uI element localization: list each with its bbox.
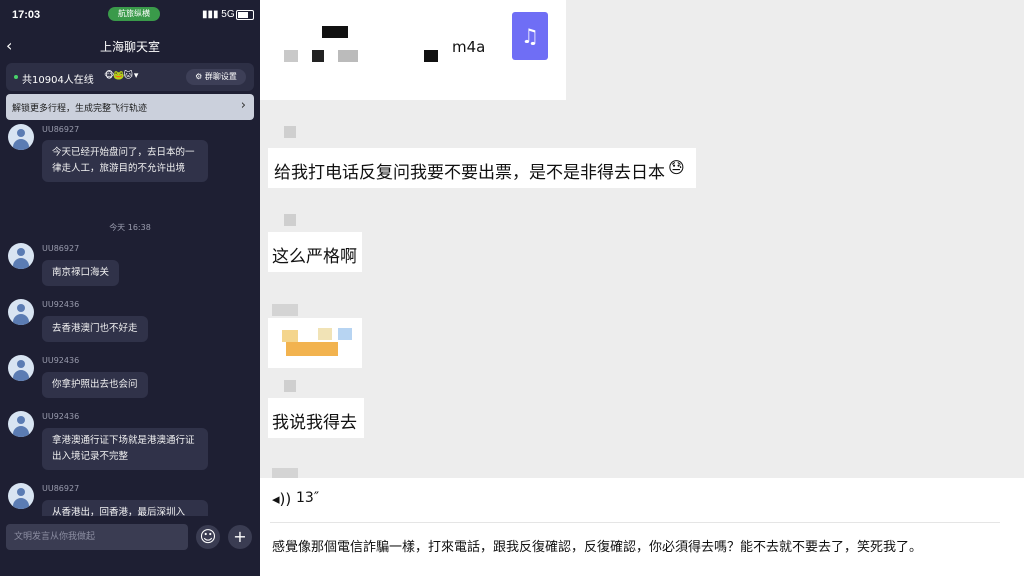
online-dot-icon xyxy=(14,75,18,79)
sweat-emoji-icon: 😓 xyxy=(668,158,685,177)
avatar[interactable] xyxy=(8,243,34,269)
message-username: UU92436 xyxy=(42,356,80,365)
online-bar: 共10904人在线 🐵🐸🐱 ▾ ⚙ 群聊设置 xyxy=(6,63,254,91)
message-bubble: 去香港澳门也不好走 xyxy=(42,316,148,342)
battery-icon xyxy=(236,10,254,20)
avatar[interactable] xyxy=(8,411,34,437)
pixelated-emoji-icon xyxy=(318,328,332,340)
signal-indicator: ▮▮▮ 5G xyxy=(202,9,235,20)
pixelated-emoji-icon xyxy=(286,342,338,356)
screenshot-collage: m4a ♫ 给我打电话反复问我要不要出票，是不是非得去日本 😓 这么严格啊 我说… xyxy=(260,0,1024,576)
redacted-block xyxy=(322,26,348,38)
redacted-block xyxy=(312,50,324,62)
unlock-banner[interactable]: 解锁更多行程，生成完整飞行轨迹 › xyxy=(6,94,254,120)
message-card: 给我打电话反复问我要不要出票，是不是非得去日本 😓 xyxy=(268,148,696,188)
message-input[interactable]: 文明发言从你我做起 xyxy=(6,524,188,550)
avatar[interactable] xyxy=(8,483,34,509)
message-bubble: 你拿护照出去也会问 xyxy=(42,372,148,398)
group-settings-label: 群聊设置 xyxy=(204,72,237,81)
file-message-card[interactable]: m4a ♫ xyxy=(260,0,566,100)
voice-wave-icon[interactable]: ◂)) xyxy=(272,490,291,508)
voice-duration: 13″ xyxy=(296,490,320,506)
avatar[interactable] xyxy=(8,355,34,381)
message-username: UU86927 xyxy=(42,484,80,493)
redacted-block xyxy=(284,50,298,62)
message-username: UU92436 xyxy=(42,412,80,421)
chat-title: 上海聊天室 xyxy=(99,40,160,54)
redacted-name xyxy=(284,214,296,226)
message-bubble: 拿港澳通行证下场就是港澳通行证出入境记录不完整 xyxy=(42,428,208,470)
message-username: UU92436 xyxy=(42,300,80,309)
redacted-name xyxy=(284,380,296,392)
redacted-name xyxy=(284,126,296,138)
voice-transcript: 感覺像那個電信詐騙一樣，打來電話，跟我反復確認，反復確認，你必須得去嗎？能不去就… xyxy=(272,540,923,555)
chat-timestamp: 今天 16:38 xyxy=(109,223,151,232)
audio-file-icon: ♫ xyxy=(512,12,548,60)
group-settings-button[interactable]: ⚙ 群聊设置 xyxy=(186,69,246,85)
app-pill: 航旅纵横 xyxy=(108,7,160,21)
message-bubble: 南京禄口海关 xyxy=(42,260,120,286)
avatar[interactable] xyxy=(8,124,34,150)
file-suffix: m4a xyxy=(452,38,486,56)
network-label: 5G xyxy=(221,9,235,20)
message-card: 我说我得去 xyxy=(268,398,364,438)
message-text: 我说我得去 xyxy=(272,413,357,433)
message-card: 这么严格啊 xyxy=(268,232,362,272)
online-count: 共10904人在线 xyxy=(22,75,94,86)
banner-text: 解锁更多行程，生成完整飞行轨迹 xyxy=(12,104,148,114)
emoji-message-card xyxy=(268,318,362,368)
message-username: UU86927 xyxy=(42,125,80,134)
nav-bar: ‹ 上海聊天室 xyxy=(0,34,260,60)
divider xyxy=(270,522,1000,523)
status-bar: 17:03 航旅纵横 ▮▮▮ 5G xyxy=(0,0,260,32)
message-username: UU86927 xyxy=(42,244,80,253)
pixelated-emoji-icon xyxy=(282,330,298,342)
message-bubble: 今天已经开始盘问了，去日本的一律走人工，旅游目的不允许出境 xyxy=(42,140,208,182)
message-text: 给我打电话反复问我要不要出票，是不是非得去日本 xyxy=(274,163,665,183)
online-avatars-icon[interactable]: 🐵🐸🐱 ▾ xyxy=(104,71,138,81)
emoji-smile-icon[interactable]: ☺ xyxy=(196,525,220,549)
plus-icon[interactable]: + xyxy=(228,525,252,549)
chat-app-panel: 17:03 航旅纵横 ▮▮▮ 5G ‹ 上海聊天室 共10904人在线 🐵🐸🐱 … xyxy=(0,0,260,576)
avatar[interactable] xyxy=(8,299,34,325)
input-bar: 文明发言从你我做起 ☺ + xyxy=(0,516,260,576)
redacted-block xyxy=(424,50,438,62)
voice-message-card[interactable]: ◂)) 13″ 感覺像那個電信詐騙一樣，打來電話，跟我反復確認，反復確認，你必須… xyxy=(260,478,1024,576)
pixelated-emoji-icon xyxy=(338,328,352,340)
redacted-block xyxy=(338,50,358,62)
status-time: 17:03 xyxy=(12,9,41,21)
chevron-right-icon: › xyxy=(240,98,246,113)
message-text: 这么严格啊 xyxy=(272,247,357,267)
redacted-name xyxy=(272,304,298,316)
